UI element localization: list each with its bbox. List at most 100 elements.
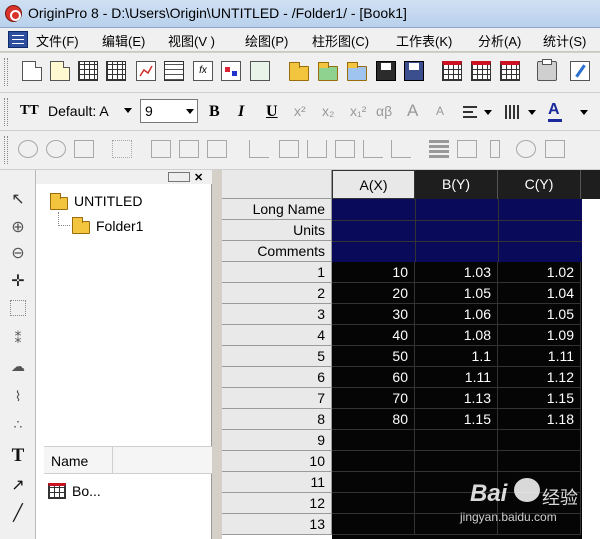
menu-worksheet[interactable]: 工作表(K) <box>396 31 452 50</box>
text-tool-icon[interactable]: T <box>8 446 28 466</box>
toolbar-grip[interactable] <box>4 58 8 86</box>
row-header[interactable]: 11 <box>222 472 332 493</box>
chevron-down-icon[interactable] <box>484 110 492 115</box>
menu-edit[interactable]: 编辑(E) <box>102 31 145 50</box>
rescale-icon[interactable] <box>74 140 94 158</box>
new-function-icon[interactable]: fx <box>193 61 213 81</box>
import-wizard-icon[interactable] <box>500 61 520 81</box>
row-header-units[interactable]: Units <box>222 220 332 241</box>
row-header[interactable]: 3 <box>222 304 332 325</box>
new-matrix-icon[interactable] <box>164 61 184 81</box>
meta-rows-selection[interactable] <box>332 199 582 262</box>
mask-tool-icon[interactable]: ☁ <box>8 356 28 376</box>
table-cell[interactable]: 1.13 <box>415 388 498 409</box>
table-cell[interactable]: 20 <box>332 283 415 304</box>
line-style-icon[interactable] <box>505 105 521 119</box>
table-cell[interactable]: 1.11 <box>415 367 498 388</box>
table-cell[interactable] <box>498 430 581 451</box>
shrink-font-button[interactable]: A <box>436 104 444 118</box>
open-template-icon[interactable] <box>318 62 338 81</box>
color-scale-icon[interactable] <box>490 140 500 158</box>
italic-button[interactable]: I <box>238 103 244 121</box>
import-single-icon[interactable] <box>442 61 462 81</box>
data-selector-icon[interactable] <box>112 140 132 158</box>
legend-icon[interactable] <box>457 140 477 158</box>
underline-button[interactable]: U <box>266 103 278 121</box>
font-style-icon[interactable]: TT <box>20 103 39 119</box>
close-icon[interactable]: ✕ <box>194 171 203 184</box>
row-header-comments[interactable]: Comments <box>222 241 332 262</box>
font-size-dropdown[interactable]: 9 <box>140 99 198 123</box>
font-name-dropdown[interactable] <box>115 99 135 123</box>
chevron-down-icon[interactable] <box>580 110 588 115</box>
menu-analysis[interactable]: 分析(A) <box>478 31 521 50</box>
data-selector-tool-icon[interactable] <box>10 300 26 316</box>
axis-bottom-left-icon[interactable] <box>249 140 269 158</box>
save-template-icon[interactable] <box>404 61 424 81</box>
table-cell[interactable]: 80 <box>332 409 415 430</box>
table-cell[interactable]: 60 <box>332 367 415 388</box>
row-header[interactable]: 1 <box>222 262 332 283</box>
tree-root-label[interactable]: UNTITLED <box>74 193 142 209</box>
arrow-tool-icon[interactable]: ↗ <box>8 476 28 496</box>
table-cell[interactable]: 1.15 <box>498 388 581 409</box>
table-cell[interactable]: 1.1 <box>415 346 498 367</box>
table-cell[interactable]: 40 <box>332 325 415 346</box>
table-cell[interactable] <box>498 451 581 472</box>
table-cell[interactable]: 1.18 <box>498 409 581 430</box>
scatter-tool-icon[interactable]: ∴ <box>8 414 28 434</box>
greek-button[interactable]: αβ <box>376 103 392 119</box>
new-excel-icon[interactable] <box>106 61 126 81</box>
table-cell[interactable] <box>332 493 415 514</box>
open-excel-icon[interactable] <box>347 62 367 81</box>
data-reader-tool-icon[interactable]: ⁑ <box>8 328 28 348</box>
zoom-in-tool-icon[interactable]: ⊕ <box>8 218 28 238</box>
table-cell[interactable] <box>332 514 415 535</box>
table-cell[interactable] <box>332 451 415 472</box>
tree-folder-label[interactable]: Folder1 <box>96 218 144 234</box>
new-worksheet-icon[interactable] <box>78 61 98 81</box>
table-cell[interactable]: 1.08 <box>415 325 498 346</box>
worksheet-menu-icon[interactable] <box>8 31 28 48</box>
new-layout-icon[interactable] <box>221 61 241 81</box>
table-cell[interactable]: 1.02 <box>498 262 581 283</box>
row-header-long-name[interactable]: Long Name <box>222 199 332 220</box>
row-header[interactable]: 2 <box>222 283 332 304</box>
table-cell[interactable]: 1.06 <box>415 304 498 325</box>
row-header[interactable]: 8 <box>222 409 332 430</box>
table-cell[interactable]: 1.09 <box>498 325 581 346</box>
table-cell[interactable]: 30 <box>332 304 415 325</box>
zoom-out-tool-icon[interactable]: ⊖ <box>8 244 28 264</box>
table-cell[interactable] <box>332 430 415 451</box>
new-notes-icon[interactable] <box>250 61 270 81</box>
lines-icon[interactable] <box>429 140 449 158</box>
layer-four-icon[interactable] <box>207 140 227 158</box>
workbook-item-label[interactable]: Bo... <box>72 483 101 499</box>
column-header-b[interactable]: B(Y) <box>415 170 498 199</box>
new-project-icon[interactable] <box>22 61 42 81</box>
menu-plot[interactable]: 绘图(P) <box>245 31 288 50</box>
row-header[interactable]: 12 <box>222 493 332 514</box>
print-icon[interactable] <box>537 59 557 81</box>
menu-view[interactable]: 视图(V ) <box>168 31 215 50</box>
row-header[interactable]: 13 <box>222 514 332 535</box>
column-header-c[interactable]: C(Y) <box>498 170 581 199</box>
row-header[interactable]: 10 <box>222 451 332 472</box>
table-cell[interactable]: 1.04 <box>498 283 581 304</box>
layer-one-icon[interactable] <box>151 140 171 158</box>
table-cell[interactable]: 10 <box>332 262 415 283</box>
name-column-header[interactable]: Name <box>44 446 212 474</box>
save-project-icon[interactable] <box>376 61 396 81</box>
supsub-button[interactable]: x₁² <box>350 103 366 119</box>
axis-open-top-icon[interactable] <box>307 140 327 158</box>
superscript-button[interactable]: x² <box>294 103 306 119</box>
table-icon[interactable] <box>545 140 565 158</box>
line-tool-icon[interactable]: ╱ <box>8 504 28 524</box>
zoom-out-icon[interactable] <box>46 140 66 158</box>
draw-data-tool-icon[interactable]: ⌇ <box>8 386 28 406</box>
zoom-in-icon[interactable] <box>18 140 38 158</box>
subscript-button[interactable]: x₂ <box>322 103 334 119</box>
new-folder-icon[interactable] <box>50 61 70 81</box>
row-header[interactable]: 4 <box>222 325 332 346</box>
new-graph-icon[interactable] <box>136 61 156 81</box>
